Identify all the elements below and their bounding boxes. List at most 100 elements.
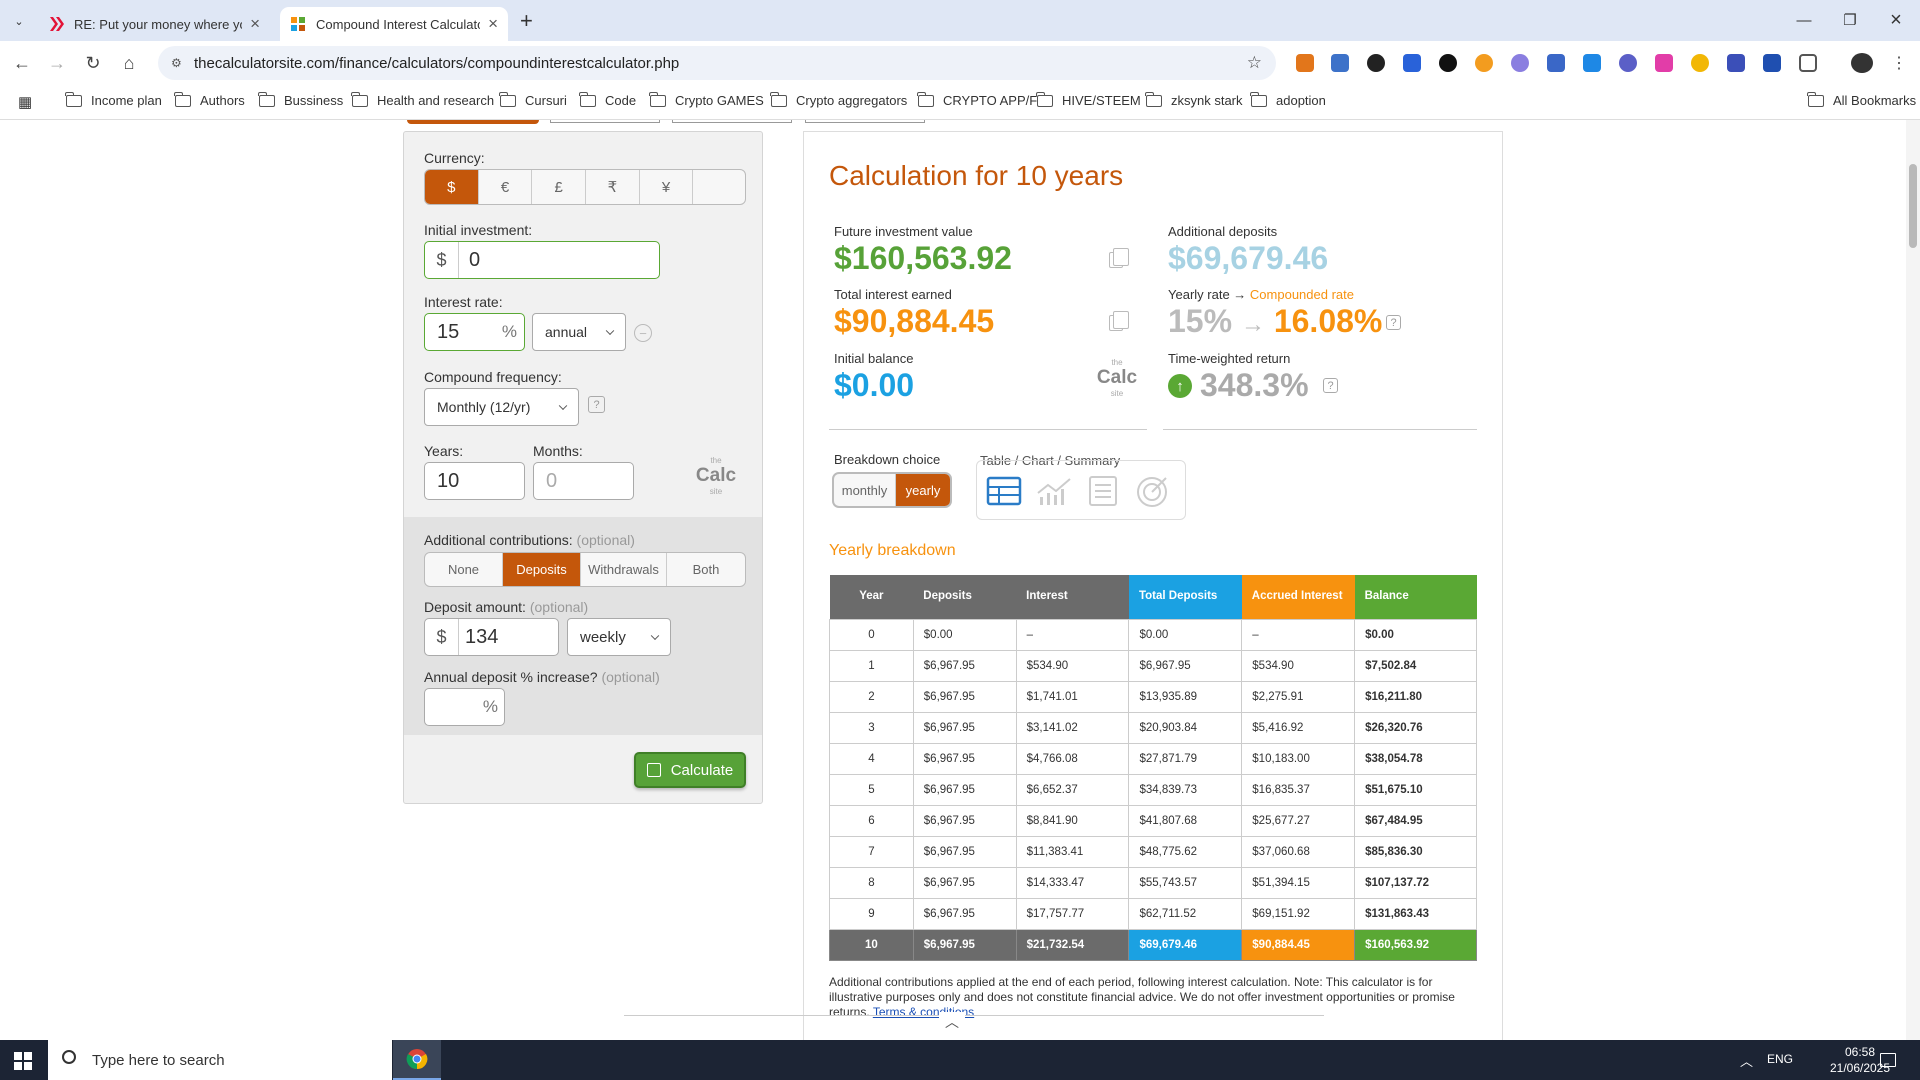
- extension-icon[interactable]: [1475, 54, 1493, 72]
- remove-circle-icon[interactable]: −: [634, 324, 652, 342]
- new-tab-icon[interactable]: +: [520, 8, 533, 34]
- bookmark-folder[interactable]: Crypto GAMES: [649, 91, 764, 108]
- page-scrollbar[interactable]: [1906, 120, 1920, 1040]
- close-icon[interactable]: ×: [250, 14, 260, 34]
- taskbar-search-box[interactable]: Type here to search: [48, 1040, 392, 1080]
- extensions-puzzle-icon[interactable]: [1799, 54, 1817, 72]
- bookmark-folder[interactable]: Code: [579, 91, 636, 108]
- bookmark-folder[interactable]: CRYPTO APP/F: [917, 91, 1037, 108]
- interest-rate-field[interactable]: 15 %: [424, 313, 525, 351]
- currency-gbp[interactable]: £: [532, 170, 587, 204]
- reload-icon[interactable]: ↻: [78, 48, 108, 78]
- minimize-icon[interactable]: —: [1781, 0, 1827, 40]
- folder-icon: [174, 91, 191, 107]
- forward-icon[interactable]: →: [42, 48, 72, 78]
- bookmark-star-icon[interactable]: ☆: [1247, 53, 1262, 73]
- bookmark-folder[interactable]: Authors: [174, 91, 245, 108]
- copy-icon[interactable]: [1109, 248, 1129, 268]
- table-cell: $6,967.95: [912, 804, 1017, 837]
- scrollbar-thumb[interactable]: [1909, 164, 1917, 248]
- site-info-icon[interactable]: ⚙: [171, 56, 182, 70]
- currency-eur[interactable]: €: [479, 170, 533, 204]
- metamask-extension-icon[interactable]: [1296, 54, 1314, 72]
- language-indicator[interactable]: ENG: [1767, 1052, 1793, 1066]
- table-row: 8 $6,967.95 $14,333.47 $55,743.57 $51,394.15…: [829, 866, 1477, 899]
- breakdown-monthly[interactable]: monthly: [834, 474, 896, 506]
- months-field[interactable]: 0: [533, 462, 634, 500]
- bookmark-folder[interactable]: Cursuri: [499, 91, 567, 108]
- chrome-taskbar-icon[interactable]: [393, 1040, 441, 1080]
- initial-investment-field[interactable]: $ 0: [424, 241, 660, 279]
- tab-search-button[interactable]: ⌄: [8, 10, 30, 32]
- windows-start-icon[interactable]: [14, 1052, 32, 1070]
- compound-frequency-select[interactable]: Monthly (12/yr): [424, 388, 579, 426]
- bookmark-folder[interactable]: zksynk stark: [1145, 91, 1243, 108]
- restore-icon[interactable]: ❐: [1827, 0, 1873, 40]
- breakdown-yearly[interactable]: yearly: [896, 474, 950, 506]
- bookmark-folder[interactable]: HIVE/STEEM: [1036, 91, 1141, 108]
- initial-investment-value: 0: [469, 248, 481, 271]
- extension-icon[interactable]: [1727, 54, 1745, 72]
- bookmark-folder[interactable]: Bussiness: [258, 91, 343, 108]
- bookmark-folder[interactable]: Health and research: [351, 91, 494, 108]
- table-view-icon[interactable]: [986, 475, 1022, 507]
- contrib-none[interactable]: None: [425, 553, 503, 586]
- copy-icon[interactable]: [1109, 311, 1129, 331]
- years-field[interactable]: 10: [424, 462, 525, 500]
- extension-icon[interactable]: [1763, 54, 1781, 72]
- top-button-partial[interactable]: [550, 120, 660, 123]
- calculate-button[interactable]: Calculate: [634, 752, 746, 788]
- all-bookmarks[interactable]: All Bookmarks: [1807, 91, 1916, 108]
- currency-usd[interactable]: $: [425, 170, 479, 204]
- deposit-period-select[interactable]: weekly: [567, 618, 671, 656]
- currency-jpy[interactable]: ¥: [640, 170, 694, 204]
- top-button-partial[interactable]: [805, 120, 925, 123]
- currency-other[interactable]: [693, 170, 745, 204]
- extension-icon[interactable]: [1331, 54, 1349, 72]
- annual-increase-field[interactable]: %: [424, 688, 505, 726]
- bookmark-folder[interactable]: Crypto aggregators: [770, 91, 907, 108]
- help-icon[interactable]: ?: [1323, 378, 1338, 393]
- extension-icon[interactable]: [1403, 54, 1421, 72]
- currency-inr[interactable]: ₹: [586, 170, 640, 204]
- menu-icon[interactable]: ⋮: [1884, 48, 1914, 78]
- extension-icon[interactable]: [1583, 54, 1601, 72]
- deposit-amount-field[interactable]: $ 134: [424, 618, 559, 656]
- top-button-partial[interactable]: [407, 120, 539, 124]
- profile-avatar[interactable]: [1851, 53, 1873, 73]
- extension-icon[interactable]: [1367, 54, 1385, 72]
- summary-view-icon[interactable]: [1087, 475, 1119, 507]
- close-window-icon[interactable]: ×: [1873, 0, 1919, 40]
- address-bar[interactable]: ⚙ thecalculatorsite.com/finance/calculat…: [158, 46, 1276, 80]
- home-icon[interactable]: ⌂: [114, 48, 144, 78]
- system-tray-chevron-icon[interactable]: ︿: [1740, 1051, 1753, 1070]
- scroll-to-top-tab[interactable]: [624, 1015, 1324, 1021]
- contrib-both[interactable]: Both: [667, 553, 745, 586]
- rate-period-select[interactable]: annual: [532, 313, 626, 351]
- help-icon[interactable]: ?: [588, 396, 605, 413]
- extension-icon[interactable]: [1511, 54, 1529, 72]
- table-cell: $2,275.91: [1241, 680, 1356, 713]
- extension-icon[interactable]: [1691, 54, 1709, 72]
- extension-icon[interactable]: [1619, 54, 1637, 72]
- top-button-partial[interactable]: [672, 120, 792, 123]
- chart-view-icon[interactable]: [1036, 475, 1072, 507]
- extension-icon[interactable]: [1547, 54, 1565, 72]
- bookmark-folder[interactable]: Income plan: [65, 91, 162, 108]
- table-row: 3 $6,967.95 $3,141.02 $20,903.84 $5,416.92 $2…: [829, 711, 1477, 744]
- extension-icon[interactable]: [1655, 54, 1673, 72]
- tab-compound-calculator[interactable]: Compound Interest Calculator ×: [280, 7, 508, 41]
- scroll-up-chevron-icon[interactable]: ︿: [939, 1012, 965, 1030]
- contrib-deposits[interactable]: Deposits: [503, 553, 581, 586]
- help-icon[interactable]: ?: [1386, 315, 1401, 330]
- close-icon[interactable]: ×: [488, 14, 498, 34]
- contrib-withdrawals[interactable]: Withdrawals: [581, 553, 667, 586]
- back-icon[interactable]: ←: [7, 48, 37, 78]
- apps-icon[interactable]: ▦: [18, 93, 32, 111]
- tab-hive-post[interactable]: RE: Put your money where your ×: [38, 7, 270, 41]
- extension-icon[interactable]: [1439, 54, 1457, 72]
- target-view-icon[interactable]: [1135, 475, 1169, 509]
- notifications-icon[interactable]: [1880, 1053, 1896, 1067]
- table-cell: $41,807.68: [1128, 804, 1243, 837]
- bookmark-folder[interactable]: adoption: [1250, 91, 1326, 108]
